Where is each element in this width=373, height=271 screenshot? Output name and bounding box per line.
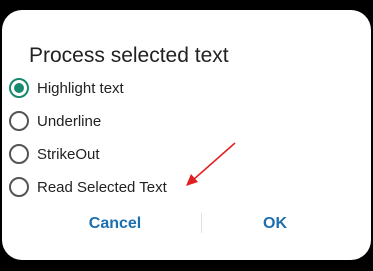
screen-frame: Process selected text Highlight text Und… [0,0,373,271]
option-read-selected-text[interactable]: Read Selected Text [9,176,167,198]
button-divider [201,213,202,233]
cancel-button[interactable]: Cancel [80,211,150,237]
option-strikeout[interactable]: StrikeOut [9,143,100,165]
option-underline[interactable]: Underline [9,110,101,132]
option-label: Read Selected Text [37,178,167,196]
dialog-title: Process selected text [29,44,229,67]
radio-checked-icon[interactable] [9,78,29,98]
option-label: Underline [37,112,102,130]
ok-button[interactable]: OK [250,211,300,237]
option-highlight-text[interactable]: Highlight text [9,77,124,99]
option-label: StrikeOut [37,145,100,163]
radio-unchecked-icon[interactable] [9,177,29,197]
radio-unchecked-icon[interactable] [9,144,29,164]
option-label: Highlight text [37,79,124,97]
radio-unchecked-icon[interactable] [9,111,29,131]
process-text-dialog: Process selected text Highlight text Und… [2,10,371,260]
